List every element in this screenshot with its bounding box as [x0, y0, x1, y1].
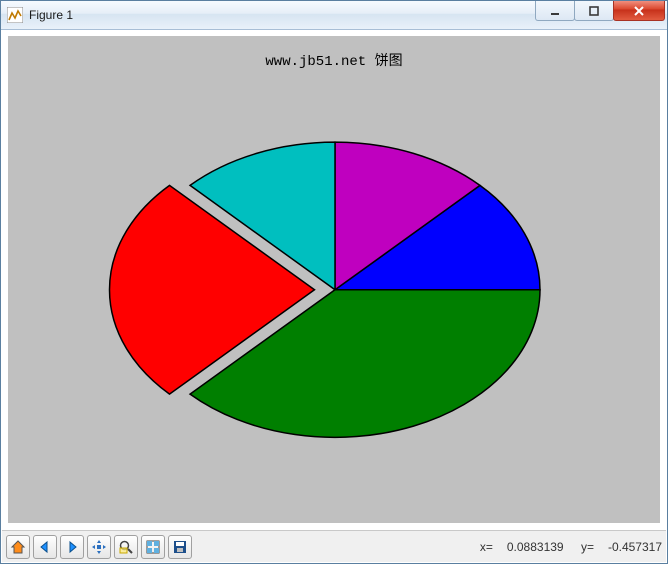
forward-button[interactable]: [60, 535, 84, 559]
plot-canvas[interactable]: www.jb51.net 饼图: [8, 36, 660, 523]
coord-y: y=-0.457317: [581, 540, 662, 554]
zoom-button[interactable]: [114, 535, 138, 559]
cursor-coords: x=0.0883139 y=-0.457317: [466, 540, 662, 554]
canvas-frame: www.jb51.net 饼图: [2, 30, 666, 529]
maximize-button[interactable]: [574, 1, 614, 21]
nav-toolbar: x=0.0883139 y=-0.457317: [2, 530, 666, 562]
subplots-button[interactable]: [141, 535, 165, 559]
back-button[interactable]: [33, 535, 57, 559]
home-button[interactable]: [6, 535, 30, 559]
arrow-left-icon: [37, 539, 53, 555]
home-icon: [10, 539, 26, 555]
coord-x: x=0.0883139: [480, 540, 564, 554]
arrow-right-icon: [64, 539, 80, 555]
pan-button[interactable]: [87, 535, 111, 559]
save-icon: [172, 539, 188, 555]
app-icon: [7, 7, 23, 23]
figure-window: Figure 1 www.jb51.net 饼图: [0, 0, 668, 564]
zoom-icon: [118, 539, 134, 555]
save-button[interactable]: [168, 535, 192, 559]
pie-chart: [8, 36, 662, 524]
window-title: Figure 1: [29, 8, 73, 22]
minimize-button[interactable]: [535, 1, 575, 21]
titlebar[interactable]: Figure 1: [1, 1, 667, 30]
close-button[interactable]: [613, 1, 665, 21]
window-buttons: [536, 1, 665, 21]
pan-icon: [91, 539, 107, 555]
subplots-icon: [145, 539, 161, 555]
